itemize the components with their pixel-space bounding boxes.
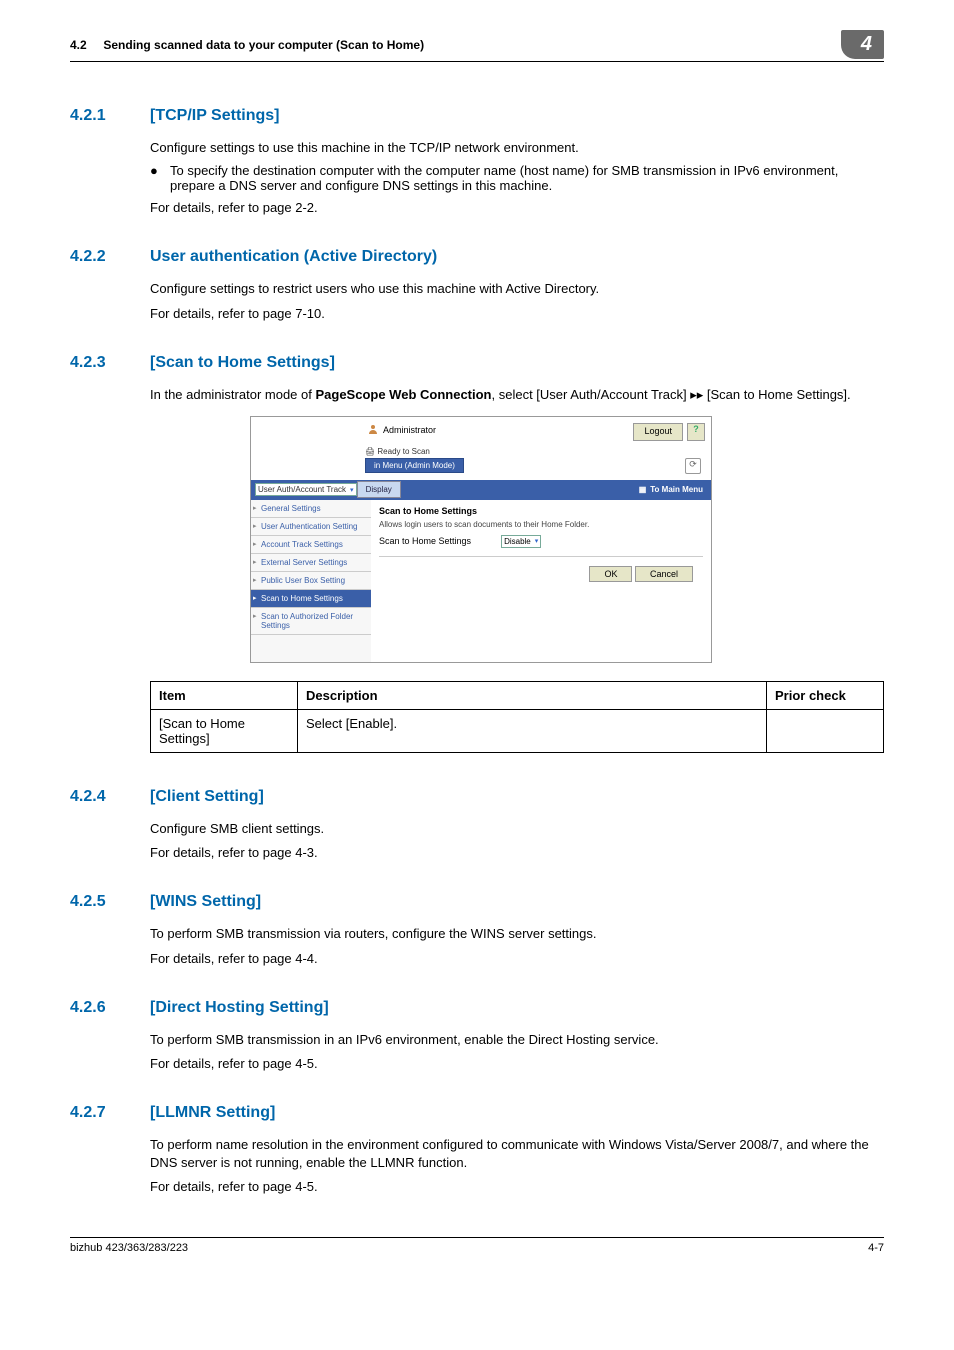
status-ready: 🖨 Ready to Scan [365, 447, 711, 456]
sec-title-426: [Direct Hosting Setting] [150, 999, 329, 1017]
header-section-num: 4.2 [70, 38, 87, 52]
sec-num-426: 4.2.6 [70, 999, 150, 1017]
sec-num-423: 4.2.3 [70, 354, 150, 372]
p-424-2: For details, refer to page 4-3. [150, 844, 884, 862]
sidebar-item-account-track[interactable]: Account Track Settings [251, 536, 371, 554]
sidebar-item-external-server[interactable]: External Server Settings [251, 554, 371, 572]
footer-page-num: 4-7 [868, 1242, 884, 1254]
td-desc: Select [Enable]. [298, 709, 767, 752]
ok-button[interactable]: OK [589, 566, 632, 582]
p-423-1-bold: PageScope Web Connection [315, 387, 491, 402]
sec-title-422: User authentication (Active Directory) [150, 248, 437, 266]
category-dropdown[interactable]: User Auth/Account Track ▾ [255, 483, 357, 496]
bullet-dot-icon: ● [150, 163, 170, 193]
to-main-menu-link[interactable]: ▦ To Main Menu [639, 485, 711, 494]
p-421-2: For details, refer to page 2-2. [150, 199, 884, 217]
printer-icon: 🖨 [365, 447, 375, 456]
p-423-1-post: , select [User Auth/Account Track] ▸▸ [S… [492, 387, 851, 402]
p-421-1: Configure settings to use this machine i… [150, 139, 884, 157]
scan-to-home-value: Disable [504, 537, 531, 546]
logout-button[interactable]: Logout [633, 423, 683, 441]
td-prior [767, 709, 884, 752]
content-title: Scan to Home Settings [379, 506, 703, 516]
p-424-1: Configure SMB client settings. [150, 820, 884, 838]
sidebar-item-public-user-box[interactable]: Public User Box Setting [251, 572, 371, 590]
scan-to-home-select[interactable]: Disable ▾ [501, 535, 541, 548]
display-button[interactable]: Display [357, 481, 401, 498]
p-426-1: To perform SMB transmission in an IPv6 e… [150, 1031, 884, 1049]
admin-label: Administrator [383, 425, 436, 435]
status-ready-text: Ready to Scan [377, 447, 429, 456]
td-item: [Scan to Home Settings] [151, 709, 298, 752]
page-header: 4.2 Sending scanned data to your compute… [70, 30, 884, 62]
refresh-icon[interactable]: ⟳ [685, 458, 701, 474]
footer-model: bizhub 423/363/283/223 [70, 1242, 188, 1254]
p-426-2: For details, refer to page 4-5. [150, 1055, 884, 1073]
admin-label-group: Administrator [367, 423, 436, 437]
user-icon [367, 423, 379, 437]
sec-title-423: [Scan to Home Settings] [150, 354, 335, 372]
sidebar: General Settings User Authentication Set… [251, 500, 371, 662]
sec-title-424: [Client Setting] [150, 788, 264, 806]
grid-icon: ▦ [639, 485, 647, 494]
p-423-1-pre: In the administrator mode of [150, 387, 315, 402]
bullet-421-text: To specify the destination computer with… [170, 163, 884, 193]
help-icon[interactable]: ? [687, 423, 705, 441]
header-section: 4.2 Sending scanned data to your compute… [70, 38, 424, 52]
sec-title-427: [LLMNR Setting] [150, 1104, 275, 1122]
sec-num-424: 4.2.4 [70, 788, 150, 806]
chevron-down-icon: ▾ [350, 486, 354, 494]
p-422-2: For details, refer to page 7-10. [150, 305, 884, 323]
th-item: Item [151, 681, 298, 709]
sec-num-422: 4.2.2 [70, 248, 150, 266]
th-description: Description [298, 681, 767, 709]
sec-title-421: [TCP/IP Settings] [150, 107, 280, 125]
sidebar-item-general[interactable]: General Settings [251, 500, 371, 518]
sidebar-item-scan-authorized[interactable]: Scan to Authorized Folder Settings [251, 608, 371, 635]
settings-table: Item Description Prior check [Scan to Ho… [150, 681, 884, 753]
p-425-2: For details, refer to page 4-4. [150, 950, 884, 968]
web-connection-screenshot: Administrator Logout ? 🖨 Ready to Scan i… [250, 416, 712, 663]
sec-num-427: 4.2.7 [70, 1104, 150, 1122]
table-row: [Scan to Home Settings] Select [Enable]. [151, 709, 884, 752]
sidebar-item-user-auth[interactable]: User Authentication Setting [251, 518, 371, 536]
scan-to-home-label: Scan to Home Settings [379, 536, 471, 546]
p-427-1: To perform name resolution in the enviro… [150, 1136, 884, 1172]
header-section-title: Sending scanned data to your computer (S… [103, 38, 424, 52]
chapter-badge: 4 [841, 30, 884, 59]
to-main-menu-text: To Main Menu [650, 485, 703, 494]
p-422-1: Configure settings to restrict users who… [150, 280, 884, 298]
th-prior-check: Prior check [767, 681, 884, 709]
sec-num-425: 4.2.5 [70, 893, 150, 911]
p-427-2: For details, refer to page 4-5. [150, 1178, 884, 1196]
sec-num-421: 4.2.1 [70, 107, 150, 125]
p-425-1: To perform SMB transmission via routers,… [150, 925, 884, 943]
p-423-1: In the administrator mode of PageScope W… [150, 386, 884, 404]
sec-title-425: [WINS Setting] [150, 893, 261, 911]
content-subtitle: Allows login users to scan documents to … [379, 520, 703, 529]
bullet-421: ● To specify the destination computer wi… [150, 163, 884, 193]
sidebar-item-scan-to-home[interactable]: Scan to Home Settings [251, 590, 371, 608]
menu-mode-tab[interactable]: in Menu (Admin Mode) [365, 458, 464, 473]
cancel-button[interactable]: Cancel [635, 566, 693, 582]
page-footer: bizhub 423/363/283/223 4-7 [70, 1237, 884, 1254]
category-dropdown-value: User Auth/Account Track [258, 485, 346, 494]
chevron-down-icon: ▾ [535, 537, 539, 545]
content-panel: Scan to Home Settings Allows login users… [371, 500, 711, 662]
